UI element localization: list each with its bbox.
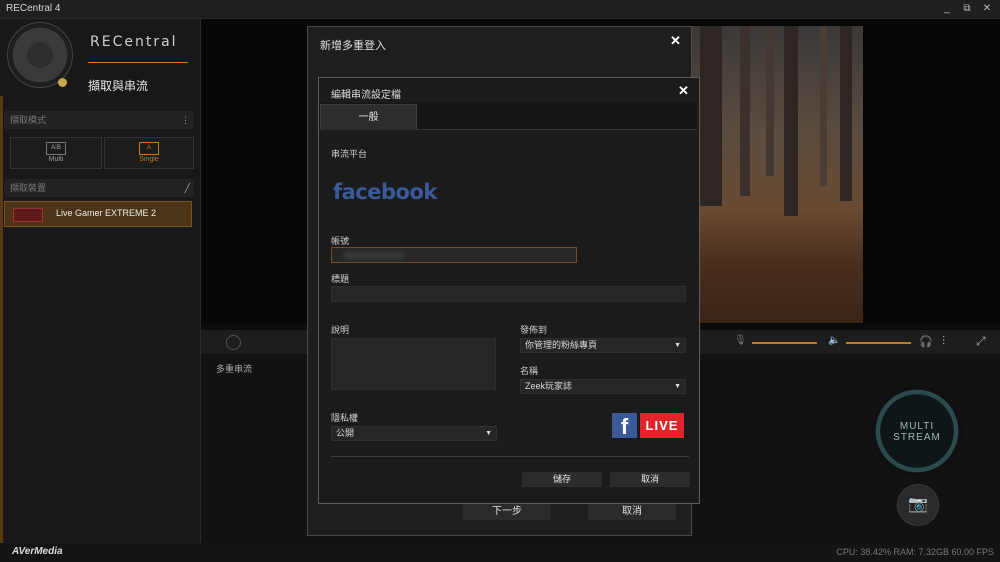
dialog-divider xyxy=(331,456,689,457)
chevron-down-icon: ▼ xyxy=(674,342,681,349)
mode-single-button[interactable]: A Single xyxy=(104,137,194,169)
publish-to-value: 你管理的粉絲專頁 xyxy=(525,340,598,350)
save-button[interactable]: 儲存 xyxy=(522,472,602,487)
restore-icon[interactable]: ⧉ xyxy=(960,2,974,15)
facebook-logo: facebook xyxy=(333,180,437,204)
chevron-down-icon: ▼ xyxy=(485,430,492,437)
system-stats: CPU: 38.42% RAM: 7.32GB 60.00 FPS xyxy=(836,547,994,557)
minimize-icon[interactable]: _ xyxy=(940,2,954,15)
mic-volume-slider[interactable] xyxy=(752,342,817,344)
speaker-icon[interactable]: 🔈 xyxy=(828,335,840,346)
sidebar-subtitle: 擷取與串流 xyxy=(88,79,149,93)
account-label: 帳號 xyxy=(331,236,350,246)
device-name: Live Gamer EXTREME 2 xyxy=(56,208,157,218)
chevron-down-icon: ▼ xyxy=(674,383,681,390)
account-value-redacted xyxy=(344,252,404,259)
account-field[interactable] xyxy=(331,247,577,263)
mode-single-label: Single xyxy=(139,156,159,163)
avermedia-logo: AVerMedia xyxy=(12,546,63,557)
tab-general[interactable]: 一般 xyxy=(320,104,417,130)
edit-icon[interactable]: ╱ xyxy=(185,179,190,197)
outer-dialog-title: 新增多重登入 xyxy=(320,40,386,52)
description-field[interactable] xyxy=(331,338,496,390)
name-value: Zeek玩家誌 xyxy=(525,381,573,391)
brand-underline xyxy=(88,62,188,63)
privacy-label: 隱私權 xyxy=(331,413,359,423)
privacy-select[interactable]: 公開 ▼ xyxy=(331,426,497,441)
camera-icon[interactable]: 📷 xyxy=(897,484,939,526)
inner-dialog-title: 編輯串流設定檔 xyxy=(331,90,401,101)
platform-label: 串流平台 xyxy=(331,149,368,159)
mic-icon[interactable]: 🎙 xyxy=(734,335,747,346)
name-label: 名稱 xyxy=(520,366,539,376)
multi-stream-button-label: MULTI STREAM xyxy=(871,421,963,443)
next-button[interactable]: 下一步 xyxy=(463,503,551,520)
close-icon[interactable]: ✕ xyxy=(980,2,994,15)
logo-dot xyxy=(58,78,67,87)
mode-multi-label: Multi xyxy=(48,156,64,163)
record-button[interactable] xyxy=(226,335,241,350)
multi-label-line2: STREAM xyxy=(893,432,941,443)
close-icon[interactable]: ✕ xyxy=(678,83,689,99)
name-select[interactable]: Zeek玩家誌 ▼ xyxy=(520,379,686,394)
title-field[interactable] xyxy=(331,286,686,302)
facebook-f-icon: f xyxy=(612,413,637,438)
window-title: RECentral 4 xyxy=(6,3,61,14)
outer-cancel-button[interactable]: 取消 xyxy=(588,503,676,520)
description-label: 說明 xyxy=(331,325,350,335)
privacy-value: 公開 xyxy=(336,428,355,438)
title-label: 標題 xyxy=(331,274,350,284)
device-section-header: 擷取裝置 ╱ xyxy=(4,179,194,197)
mode-section-header: 擷取模式 ⋮ xyxy=(4,111,194,129)
sidebar xyxy=(0,19,201,543)
device-section-label: 擷取裝置 xyxy=(10,183,47,193)
more-icon[interactable]: ⋮ xyxy=(181,111,190,129)
mode-section-label: 擷取模式 xyxy=(10,115,47,125)
speaker-volume-slider[interactable] xyxy=(846,342,911,344)
mixer-icon[interactable]: ⫶ xyxy=(942,334,945,349)
multi-mode-icon: A⁞B xyxy=(46,142,66,155)
close-icon[interactable]: ✕ xyxy=(670,33,681,49)
sidebar-accent-edge xyxy=(0,96,3,543)
headphone-icon[interactable]: 🎧 xyxy=(919,335,933,348)
preview-image xyxy=(680,26,863,323)
publish-to-label: 發佈到 xyxy=(520,325,548,335)
device-thumbnail xyxy=(13,208,43,222)
publish-to-select[interactable]: 你管理的粉絲專頁 ▼ xyxy=(520,338,686,353)
window-titlebar: RECentral 4 _ ⧉ ✕ xyxy=(0,0,1000,19)
multi-stream-label: 多重串流 xyxy=(216,364,253,374)
facebook-live-badge: LIVE xyxy=(640,413,684,438)
brand-name: RECentral xyxy=(90,34,178,50)
single-mode-icon: A xyxy=(139,142,159,155)
fullscreen-icon[interactable]: ⤢ xyxy=(976,334,986,349)
multi-label-line1: MULTI xyxy=(899,421,935,432)
mode-multi-button[interactable]: A⁞B Multi xyxy=(10,137,102,169)
inner-cancel-button[interactable]: 取消 xyxy=(610,472,690,487)
